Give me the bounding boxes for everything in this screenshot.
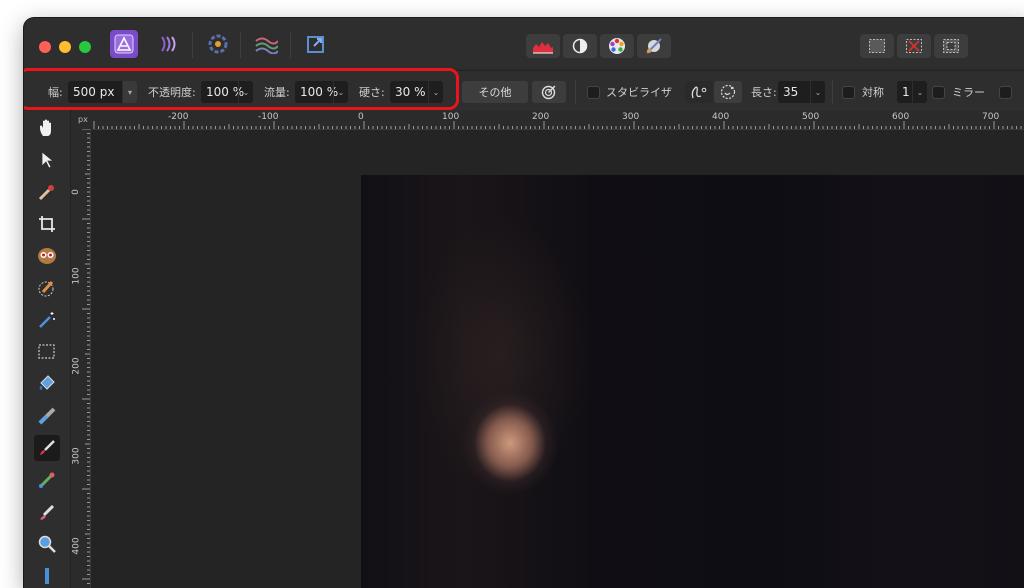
red-eye-icon[interactable] <box>34 243 60 269</box>
ruler-label: -100 <box>258 112 279 122</box>
develop-persona-icon[interactable] <box>204 30 232 58</box>
ruler-label: 100 <box>71 267 82 285</box>
ruler-label: 100 <box>442 112 460 122</box>
tone-mapping-persona-icon[interactable] <box>252 30 280 58</box>
ruler-label: 200 <box>532 112 550 122</box>
ruler-label: 0 <box>358 112 364 122</box>
export-persona-icon[interactable] <box>302 30 330 58</box>
symmetry-count-field[interactable]: 1 ⌄ <box>897 81 927 103</box>
color-picker-icon[interactable] <box>34 179 60 205</box>
ruler-label: 300 <box>622 112 640 122</box>
rope-mode-icon <box>691 86 707 99</box>
chevron-down-icon[interactable]: ⌄ <box>810 81 825 103</box>
histogram-icon[interactable] <box>526 34 560 58</box>
liquify-persona-icon[interactable] <box>156 30 184 58</box>
close-window-button[interactable] <box>39 41 51 53</box>
white-balance-icon[interactable] <box>637 34 671 58</box>
vertical-ruler[interactable]: 0 100 200 300 400 <box>70 129 91 588</box>
paint-brush-icon[interactable] <box>34 435 60 461</box>
clone-icon[interactable] <box>34 467 60 493</box>
ruler-label: -200 <box>168 112 189 122</box>
more-button[interactable]: その他 <box>462 81 528 103</box>
brush-dynamics-icon <box>541 85 556 100</box>
symmetry-count-value: 1 <box>902 85 910 99</box>
ruler-label: 0 <box>70 189 81 195</box>
zoom-window-button[interactable] <box>79 41 91 53</box>
crop-icon[interactable] <box>34 211 60 237</box>
lock-checkbox[interactable] <box>999 86 1012 99</box>
stabilizer-label: スタビライザ <box>606 86 672 99</box>
ruler-label: 200 <box>71 357 82 375</box>
ruler-corner: px <box>72 111 92 129</box>
app-window: 幅: 500 px ▾ 不透明度: 100 % ⌄ 流量: 100 % ⌄ 硬さ… <box>24 18 1024 588</box>
zoom-icon[interactable] <box>34 531 60 557</box>
window-mode-button[interactable] <box>714 81 742 103</box>
document-image[interactable] <box>361 175 1024 588</box>
auto-contrast-icon[interactable] <box>563 34 597 58</box>
brush-dynamics-button[interactable] <box>532 81 566 103</box>
select-all-icon[interactable] <box>860 34 894 58</box>
selection-toolbar-group <box>860 34 968 58</box>
length-field[interactable]: 35 ⌄ <box>778 81 825 103</box>
window-mode-icon <box>720 84 736 100</box>
canvas-area[interactable] <box>91 130 1024 588</box>
deselect-icon[interactable] <box>897 34 931 58</box>
length-label: 長さ: <box>751 86 777 99</box>
title-bar <box>24 18 1024 68</box>
hand-icon[interactable] <box>34 115 60 141</box>
gradient-icon[interactable] <box>34 403 60 429</box>
magic-wand-icon[interactable] <box>34 307 60 333</box>
minimize-window-button[interactable] <box>59 41 71 53</box>
mirror-checkbox[interactable] <box>932 86 945 99</box>
symmetry-label: 対称 <box>862 86 884 99</box>
erase-icon[interactable] <box>34 499 60 525</box>
horizontal-ruler[interactable]: -200 -100 0 100 200 300 400 500 600 700 <box>92 111 1024 130</box>
ruler-label: 500 <box>802 112 820 122</box>
ruler-label: 300 <box>71 447 82 465</box>
ruler-unit: px <box>78 115 88 124</box>
selection-brush-icon[interactable] <box>34 275 60 301</box>
ruler-label: 400 <box>712 112 730 122</box>
top-toolbar-group <box>526 34 671 58</box>
mirror-label: ミラー <box>952 86 985 99</box>
move-icon[interactable] <box>34 147 60 173</box>
flood-fill-icon[interactable] <box>34 371 60 397</box>
tools-panel <box>24 111 71 588</box>
ruler-label: 700 <box>982 112 1000 122</box>
chevron-down-icon[interactable]: ⌄ <box>912 81 927 103</box>
symmetry-checkbox[interactable] <box>842 86 855 99</box>
color-wheel-icon[interactable] <box>600 34 634 58</box>
photo-persona-icon[interactable] <box>110 30 138 58</box>
ruler-label: 600 <box>892 112 910 122</box>
marquee-icon[interactable] <box>34 339 60 365</box>
stabilizer-checkbox[interactable] <box>587 86 600 99</box>
rope-mode-button[interactable] <box>685 81 713 103</box>
highlight-annotation <box>24 68 459 110</box>
ruler-label: 400 <box>71 537 82 555</box>
invert-selection-icon[interactable] <box>934 34 968 58</box>
length-value: 35 <box>783 85 799 99</box>
